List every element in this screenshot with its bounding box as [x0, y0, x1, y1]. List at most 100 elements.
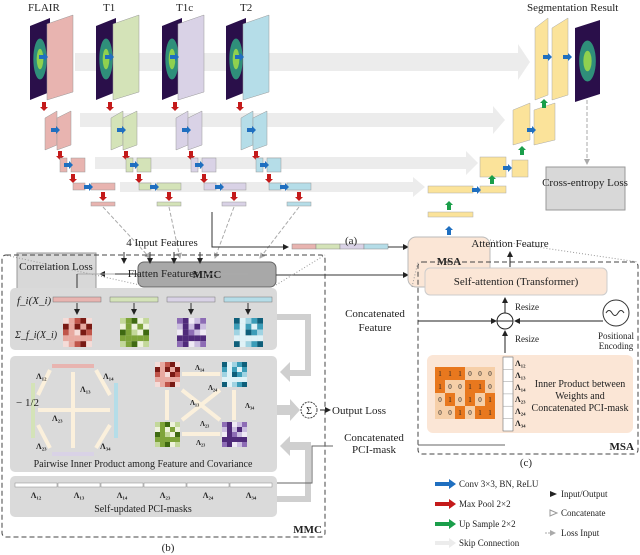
decoder-level3b — [511, 159, 529, 178]
covariance-matrix-flair-cell — [63, 329, 69, 336]
matrix-value: 0 — [468, 409, 472, 417]
covariance-matrix-t1-cell — [131, 318, 138, 324]
matrix-value: 1 — [478, 409, 482, 417]
covariance-matrix-t1c-cell — [194, 329, 201, 336]
covariance-matrix-t1-cell — [143, 318, 149, 324]
covariance-matrix-t1-cell — [137, 341, 144, 347]
encoder-level3b-t1 — [136, 157, 152, 173]
covariance-matrix-t1c-cell — [188, 341, 195, 347]
pci-mask-label: Λ₂₃ — [160, 491, 171, 500]
covariance-matrix-t1c-cell — [177, 318, 183, 324]
concatenated-feature-bar — [291, 243, 389, 250]
skip-connection-3 — [95, 151, 478, 175]
pair-label: Λ₁₄ — [103, 372, 114, 381]
caption-c: (c) — [520, 457, 533, 469]
flatten-features-label: Flatten Features — [128, 268, 199, 280]
modality-label-t1: T1 — [103, 2, 115, 14]
covariance-matrix-t2-cell — [251, 318, 258, 324]
matrix-value: 0 — [458, 396, 462, 404]
conv-arrow-icon — [435, 479, 456, 489]
covariance-matrix-flair-cell — [68, 318, 75, 324]
covariance-matrix-t2-cell — [239, 329, 246, 336]
decoder-level4b — [479, 185, 507, 194]
pair-cov-t1-cell — [155, 442, 160, 447]
covariance-matrix-t2-cell — [245, 335, 252, 342]
legend-pool: Max Pool 2×2 — [459, 499, 511, 509]
covariance-matrix-t2-cell — [245, 329, 252, 336]
pair-cov-flair-cell — [165, 377, 170, 382]
pair-cov-t1-cell — [175, 432, 180, 437]
pair-cov-t1c-cell — [232, 437, 237, 442]
pair-cov-t1c-cell — [227, 442, 232, 447]
covariance-matrix-t1c-cell — [182, 335, 189, 342]
pair-node-t1c — [52, 452, 94, 456]
feature-vector-t1c — [166, 296, 216, 303]
pair-cov-t1-cell — [160, 427, 165, 432]
pair-cov-t1c-cell — [242, 422, 247, 427]
covariance-matrix-t2-cell — [234, 335, 240, 342]
covariance-matrix-flair-cell — [86, 341, 92, 347]
pair-cov-t1c-cell — [242, 442, 247, 447]
covariance-matrix-t2-cell — [257, 318, 263, 324]
covariance-matrix-t1-cell — [120, 341, 126, 347]
pair-cov-flair-cell — [160, 362, 165, 367]
matrix-value: 0 — [478, 370, 482, 378]
pair-cov-flair-cell — [175, 377, 180, 382]
msa-panel-title: MSA — [610, 441, 635, 453]
pair-cov-flair-cell — [175, 367, 180, 372]
pair-cov-t2-cell — [222, 367, 227, 372]
pair-cov-t1-cell — [175, 422, 180, 427]
pair-cov-t2-cell — [242, 377, 247, 382]
concat-segment-t1 — [315, 243, 341, 250]
input-features-label: 4 Input Features — [126, 237, 197, 249]
pool-arrow — [230, 192, 238, 201]
pool-arrow — [99, 192, 107, 201]
matrix-value: 0 — [488, 383, 492, 391]
pair-cov-flair-cell — [170, 372, 175, 377]
covariance-matrix-t1-cell — [125, 341, 132, 347]
matrix-value: 0 — [438, 409, 442, 417]
pair-cov-t1c-cell — [237, 427, 242, 432]
pair-cov-t1c-cell — [222, 427, 227, 432]
pci-mask-label: Λ₁₂ — [31, 491, 42, 500]
covariance-matrix-t1c-cell — [182, 323, 189, 330]
covariance-matrix-t1c-cell — [194, 318, 201, 324]
feature-vector-t2 — [223, 296, 273, 303]
pair-cov-t2-cell — [242, 362, 247, 367]
sum-symbol: Σ — [306, 406, 312, 417]
encoder-level4a-t1c — [203, 182, 217, 191]
pair-node-t1 — [31, 383, 35, 438]
pci-mask-label: Λ₃₄ — [246, 491, 257, 500]
decoder-level2b — [533, 102, 556, 146]
matrix-value: 1 — [458, 409, 462, 417]
bottleneck-t1 — [156, 201, 182, 207]
pair-cov-t1-cell — [160, 422, 165, 427]
covariance-matrix-flair-cell — [86, 329, 92, 336]
pci-mask-bar — [186, 482, 230, 488]
covariance-matrix-t2-cell — [251, 341, 258, 347]
covariance-matrix-t1-cell — [120, 318, 126, 324]
pair-cov-t1-cell — [160, 442, 165, 447]
encoder-level4b-t2 — [286, 182, 312, 191]
weight-matrix: 1 1 1 0 0 01 0 0 1 1 00 1 0 1 0 10 0 1 0 1 1 — [435, 367, 495, 419]
pair-cov-t1-cell — [175, 437, 180, 442]
encoder-level4b-t1 — [156, 182, 182, 191]
pair-cov-t2-cell — [237, 362, 242, 367]
mask-update-arrow — [277, 436, 311, 502]
covariance-matrix-t1-cell — [143, 341, 149, 347]
encoder-level1-t1c — [177, 14, 205, 101]
pair-cov-flair-cell — [175, 362, 180, 367]
covariance-matrix-flair-cell — [63, 318, 69, 324]
pair-cov-flair-cell — [165, 372, 170, 377]
covariance-matrix-t1c-cell — [177, 323, 183, 330]
concat-feature-line — [211, 212, 289, 250]
pair-cov-t1c-cell — [227, 437, 232, 442]
concat-mask-label-1: Concatenated — [344, 432, 404, 444]
covariance-matrix-t1-cell — [125, 318, 132, 324]
covariance-matrix-flair-cell — [74, 318, 81, 324]
pci-mask-label: Λ₂₄ — [203, 491, 214, 500]
encoder-level3b-t1c — [201, 157, 217, 173]
matrix-value: 1 — [438, 370, 442, 378]
concat-feature-label-1: Concatenated — [345, 308, 405, 320]
bottleneck-t1c — [221, 201, 247, 207]
